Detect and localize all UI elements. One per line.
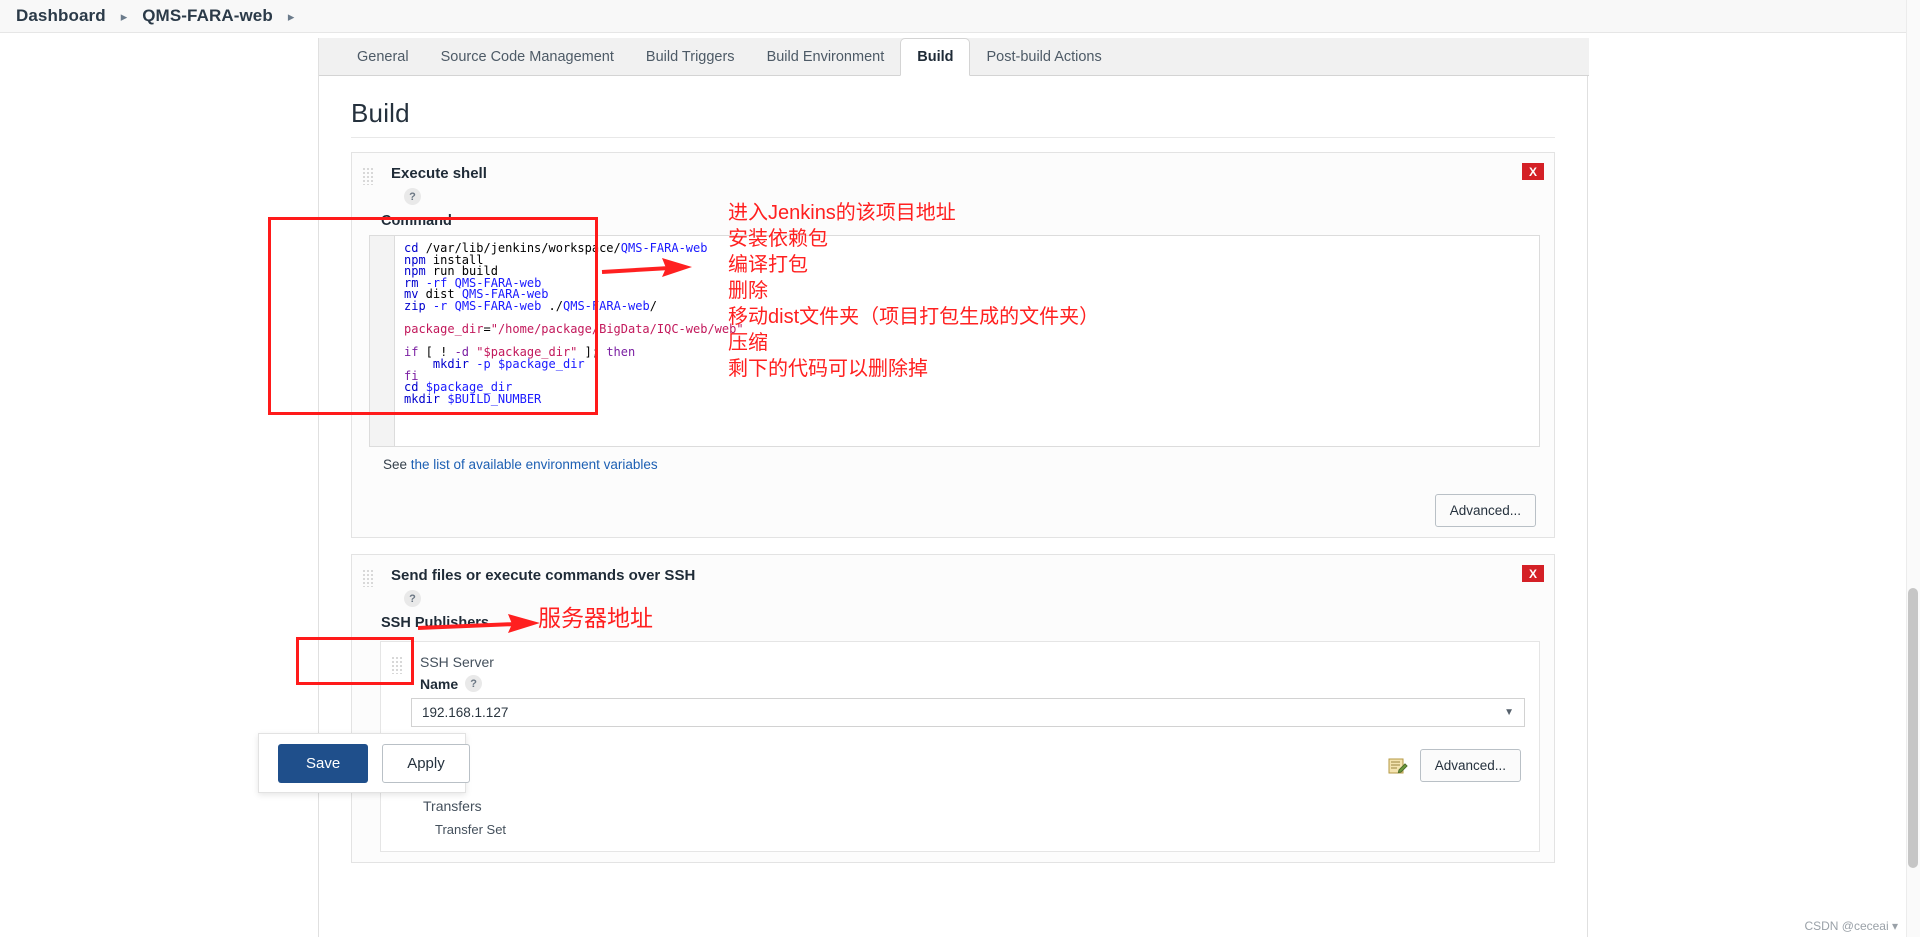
page-root: Dashboard ▸ QMS-FARA-web ▸ General Sourc… bbox=[0, 0, 1920, 937]
form-action-bar: Save Apply bbox=[258, 733, 470, 793]
execute-shell-advanced-row: Advanced... bbox=[366, 494, 1540, 527]
page-scrollbar-thumb[interactable] bbox=[1908, 588, 1918, 868]
tab-build[interactable]: Build bbox=[900, 38, 971, 76]
config-panel: General Source Code Management Build Tri… bbox=[318, 38, 1589, 937]
breadcrumb: Dashboard ▸ QMS-FARA-web ▸ bbox=[0, 0, 1920, 33]
page-canvas: General Source Code Management Build Tri… bbox=[0, 33, 1920, 937]
title-divider bbox=[351, 137, 1555, 138]
tab-build-triggers[interactable]: Build Triggers bbox=[630, 39, 751, 76]
builder-execute-shell: X Execute shell ? Command cd /var/lib/je… bbox=[351, 152, 1555, 538]
remove-builder-button[interactable]: X bbox=[1522, 163, 1544, 180]
ssh-advanced-row: Advanced... bbox=[395, 749, 1525, 782]
command-field-label: Command bbox=[381, 213, 452, 229]
ssh-name-text: Name bbox=[420, 675, 459, 692]
advanced-button-ssh[interactable]: Advanced... bbox=[1419, 749, 1521, 782]
advanced-button-execute-shell[interactable]: Advanced... bbox=[1434, 494, 1536, 527]
tab-build-environment[interactable]: Build Environment bbox=[751, 39, 901, 76]
drag-handle-icon-ssh-server[interactable] bbox=[391, 656, 403, 674]
apply-button[interactable]: Apply bbox=[382, 743, 470, 783]
help-icon-ssh[interactable]: ? bbox=[404, 590, 421, 607]
left-gutter bbox=[0, 66, 318, 937]
ssh-server-label: SSH Server bbox=[420, 654, 494, 670]
transfers-label: Transfers bbox=[423, 798, 482, 814]
drag-handle-icon[interactable] bbox=[362, 167, 374, 185]
page-title: Build bbox=[351, 98, 410, 128]
env-variables-link[interactable]: the list of available environment variab… bbox=[411, 457, 658, 472]
chevron-down-icon: ▼ bbox=[1504, 707, 1514, 718]
ssh-server-selected-value: 192.168.1.127 bbox=[422, 705, 509, 720]
breadcrumb-item-dashboard[interactable]: Dashboard bbox=[16, 6, 106, 26]
ssh-publishers-label: SSH Publishers bbox=[381, 615, 489, 631]
help-icon-execute-shell[interactable]: ? bbox=[404, 188, 421, 205]
builder-title-ssh: Send files or execute commands over SSH bbox=[391, 567, 696, 584]
remove-ssh-builder-button[interactable]: X bbox=[1522, 565, 1544, 582]
builder-ssh-publisher: X Send files or execute commands over SS… bbox=[351, 554, 1555, 863]
ssh-server-select-row: 192.168.1.127 ▼ bbox=[411, 698, 1525, 727]
tab-post-build-actions[interactable]: Post-build Actions bbox=[970, 39, 1117, 76]
ssh-name-label: Name ? bbox=[420, 675, 1525, 692]
watermark: CSDN @ceceai ▾ bbox=[1804, 919, 1898, 933]
editor-gutter bbox=[370, 236, 395, 446]
transfer-set-label: Transfer Set bbox=[435, 822, 507, 837]
config-tabbar: General Source Code Management Build Tri… bbox=[319, 38, 1589, 76]
builder-title-execute-shell: Execute shell bbox=[391, 165, 487, 182]
save-button[interactable]: Save bbox=[278, 743, 369, 783]
help-icon-ssh-name[interactable]: ? bbox=[465, 675, 483, 692]
env-prefix-text: See bbox=[383, 457, 411, 472]
tab-source-code-management[interactable]: Source Code Management bbox=[425, 39, 630, 76]
config-content: Build X Execute shell ? Command cd /var/… bbox=[319, 76, 1587, 937]
breadcrumb-separator-icon-2[interactable]: ▸ bbox=[288, 10, 295, 23]
drag-handle-icon-ssh[interactable] bbox=[362, 569, 374, 587]
env-variables-row: See the list of available environment va… bbox=[383, 457, 1540, 472]
ssh-server-select[interactable]: 192.168.1.127 ▼ bbox=[411, 698, 1525, 727]
command-code[interactable]: cd /var/lib/jenkins/workspace/QMS-FARA-w… bbox=[395, 236, 1539, 446]
command-editor[interactable]: cd /var/lib/jenkins/workspace/QMS-FARA-w… bbox=[369, 235, 1540, 447]
breadcrumb-item-project[interactable]: QMS-FARA-web bbox=[142, 6, 273, 26]
ssh-server-group: SSH Server Name ? 192.168.1.127 ▼ Advanc… bbox=[380, 641, 1540, 852]
tab-general[interactable]: General bbox=[341, 39, 425, 76]
edit-note-icon[interactable] bbox=[1386, 755, 1410, 777]
breadcrumb-separator-icon: ▸ bbox=[120, 8, 128, 24]
